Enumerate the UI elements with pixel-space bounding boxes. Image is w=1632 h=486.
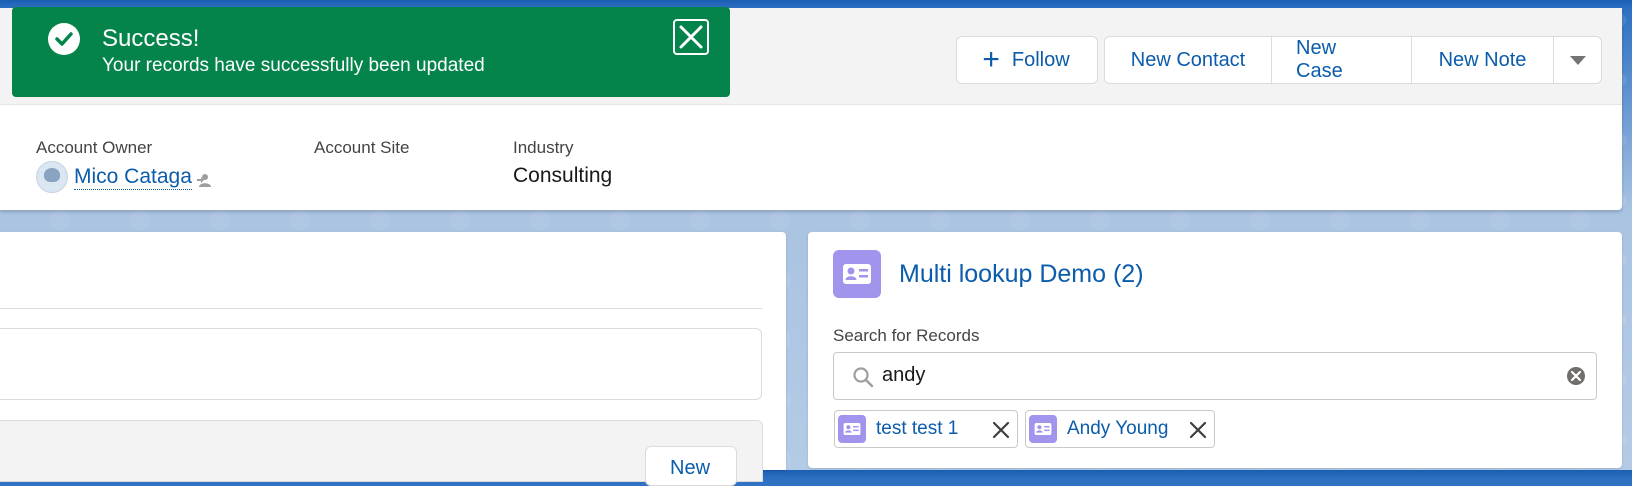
content-box [0,328,762,400]
success-toast: Success! Your records have successfully … [12,7,730,97]
toast-message: Your records have successfully been upda… [102,55,485,76]
search-input[interactable]: andy [833,352,1597,400]
new-case-button[interactable]: New Case [1272,36,1412,84]
divider [0,308,762,309]
account-owner-field: Account Owner Mico Cataga [36,138,212,193]
more-actions-button[interactable] [1554,36,1602,84]
contact-card-icon [1029,415,1057,443]
new-note-button[interactable]: New Note [1412,36,1554,84]
avatar [36,161,68,193]
change-owner-icon[interactable] [196,172,212,188]
plus-icon: + [982,43,1000,76]
remove-icon[interactable] [991,420,1011,440]
field-value: Consulting [513,164,613,187]
owner-link[interactable]: Mico Cataga [74,165,192,190]
search-label: Search for Records [833,326,980,345]
toast-title: Success! [102,25,200,52]
new-contact-button[interactable]: New Contact [1104,36,1272,84]
follow-label: Follow [1011,48,1070,71]
contact-card-icon [833,250,881,298]
main-record-card [0,232,786,482]
chevron-down-icon [1569,55,1586,65]
search-icon [853,367,874,388]
account-site-field: Account Site [314,138,409,164]
new-button[interactable]: New [645,446,737,486]
close-toast-button[interactable] [673,19,709,55]
multi-lookup-card: Multi lookup Demo (2) Search for Records… [808,232,1622,468]
selected-pill: Andy Young [1025,410,1215,448]
check-icon [48,23,80,55]
field-label: Account Site [314,138,410,157]
action-button-group: New Contact New Case New Note [1104,36,1602,84]
close-icon [679,25,703,49]
owner-row: Mico Cataga [36,161,212,193]
card-title[interactable]: Multi lookup Demo (2) [899,260,1144,289]
contact-card-icon [838,415,866,443]
remove-icon[interactable] [1188,420,1208,440]
field-label: Account Owner [36,138,153,157]
pill-label[interactable]: Andy Young [1067,418,1168,440]
field-label: Industry [513,138,574,157]
clear-icon[interactable] [1566,366,1586,386]
pill-label[interactable]: test test 1 [876,418,958,440]
search-value: andy [882,364,926,386]
follow-button[interactable]: + Follow [956,36,1098,84]
industry-field: Industry Consulting [513,138,612,188]
selected-pill: test test 1 [834,410,1018,448]
